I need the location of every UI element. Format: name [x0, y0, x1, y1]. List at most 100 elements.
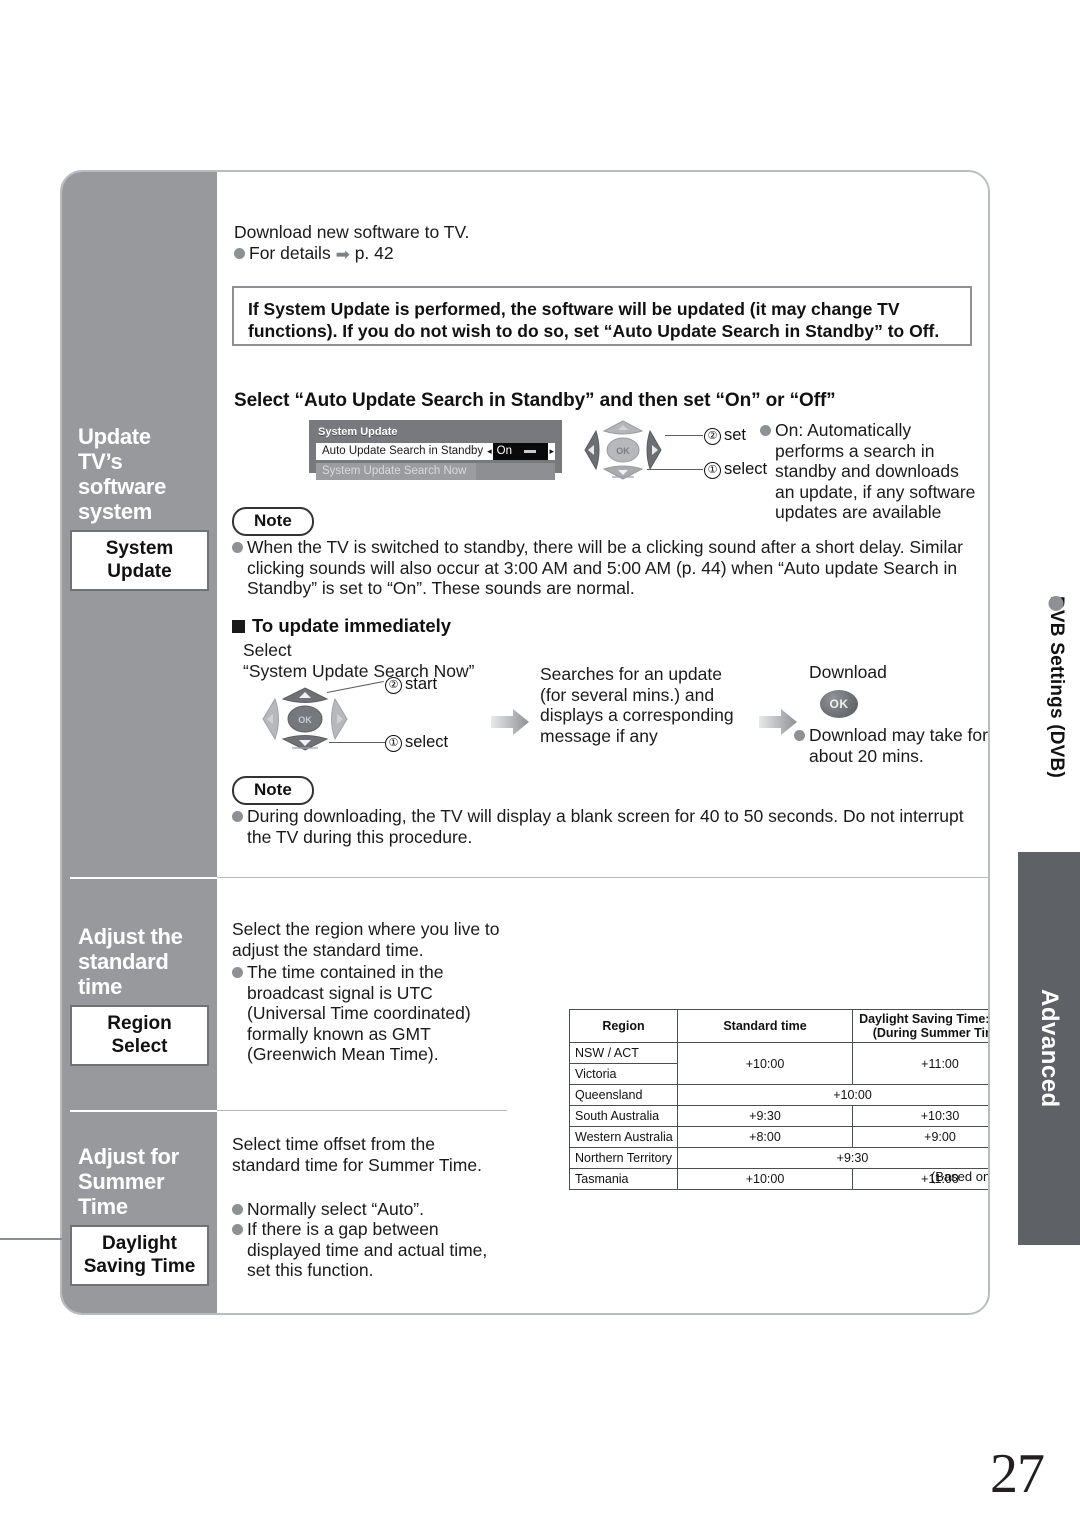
col-header-dst: Daylight Saving Time: Auto (During Summe… — [852, 1009, 990, 1043]
cue-select: ① select — [704, 460, 767, 480]
note-1-text: When the TV is switched to standby, ther… — [247, 537, 963, 598]
osd-row2-blank — [476, 463, 555, 480]
cell-standard: +8:00 — [677, 1126, 853, 1148]
immediate-middle-text: Searches for an update (for several mins… — [540, 664, 734, 746]
region-time-table: Region Standard time Daylight Saving Tim… — [569, 1009, 990, 1190]
cell-region: Northern Territory — [569, 1147, 678, 1169]
note-2-body: During downloading, the TV will display … — [232, 806, 977, 847]
cue-start: ② start — [385, 675, 437, 695]
bullet-dot-icon — [232, 542, 243, 553]
daylight-saving-bullet-2: If there is a gap between displayed time… — [232, 1219, 497, 1281]
cue-set-label: set — [724, 426, 747, 444]
cue-set: ② set — [704, 426, 746, 446]
dpad-icon-2: OK — [257, 684, 353, 754]
osd-row-value: On — [492, 443, 549, 460]
sidebar-heading-system-update: Update TV’s software system — [78, 424, 167, 524]
leader-line-select-2 — [329, 742, 385, 743]
square-marker-icon — [232, 619, 245, 633]
intro-bullet-prefix: For details — [249, 242, 331, 263]
cell-region: South Australia — [569, 1105, 678, 1127]
cell-standard: +10:00 — [677, 1042, 853, 1085]
sidebar-block-daylight-saving: Adjust for Summer Time Daylight Saving T… — [62, 1144, 217, 1286]
osd-row-search-now[interactable]: System Update Search Now — [316, 463, 555, 480]
region-select-bullet: The time contained in the broadcast sign… — [232, 962, 507, 1065]
system-update-intro: Download new software to TV. For details… — [234, 222, 794, 264]
table-header-row: Region Standard time Daylight Saving Tim… — [569, 1009, 990, 1043]
tv-osd-screenshot: System Update Auto Update Search in Stan… — [309, 420, 562, 480]
osd-row-auto-update[interactable]: Auto Update Search in Standby ◂ On ▸ — [316, 443, 555, 460]
col-header-dst-line2: (During Summer Time) — [872, 1026, 988, 1040]
flow-arrow-1-icon — [489, 707, 531, 742]
cell-dst: +10:30 — [852, 1105, 988, 1127]
bullet-dot-icon — [794, 730, 805, 741]
col-header-dst-line1: Daylight Saving Time: Auto — [859, 1012, 990, 1026]
cell-dst: +9:00 — [852, 1126, 988, 1148]
cell-region: Queensland — [569, 1084, 678, 1106]
ok-button-icon[interactable]: OK — [820, 690, 858, 718]
subheading-label: To update immediately — [252, 615, 452, 636]
cell-standard-span: +10:00 — [677, 1084, 988, 1106]
download-note: Download may take for about 20 mins. — [794, 725, 988, 766]
daylight-saving-bullet-1: Normally select “Auto”. — [232, 1199, 497, 1220]
table-row: Northern Territory +9:30 — [569, 1147, 988, 1169]
cue-select-2-label: select — [405, 733, 449, 751]
cue-select-2-number: ① — [385, 735, 402, 752]
bullet-dot-icon — [232, 811, 243, 822]
manual-page-frame: Update TV’s software system System Updat… — [60, 170, 990, 1315]
sidebar-divider-1 — [70, 877, 217, 879]
cell-standard-span: +9:30 — [677, 1147, 988, 1169]
daylight-saving-bullet-2-text: If there is a gap between displayed time… — [247, 1219, 488, 1280]
leader-line-select — [647, 469, 703, 470]
table-row: Western Australia +8:00 +9:00 — [569, 1126, 988, 1148]
content-column: Download new software to TV. For details… — [217, 172, 988, 1313]
cell-region: Western Australia — [569, 1126, 678, 1148]
osd-title: System Update — [318, 426, 398, 438]
step-heading-auto-update: Select “Auto Update Search in Standby” a… — [234, 390, 836, 411]
region-select-bullet-text: The time contained in the broadcast sign… — [247, 962, 471, 1064]
table-row: South Australia +9:30 +10:30 — [569, 1105, 988, 1127]
osd-right-caret-icon: ▸ — [548, 443, 555, 460]
sidebar-chip-daylight-saving[interactable]: Daylight Saving Time — [70, 1225, 209, 1286]
rail-bullet-icon — [1048, 596, 1064, 611]
section-rail-dvb-settings: DVB Settings (DVB) — [1038, 596, 1074, 856]
cue-select-2: ① select — [385, 733, 448, 753]
daylight-saving-intro: Select time offset from the standard tim… — [232, 1134, 482, 1175]
intro-bullet: For details ➡ p. 42 — [234, 243, 794, 265]
download-note-text: Download may take for about 20 mins. — [809, 725, 988, 766]
cue-start-label: start — [405, 675, 438, 693]
flow-arrow-2-icon — [757, 707, 799, 742]
cue-select-number: ① — [704, 462, 721, 479]
note-pill-1: Note — [232, 507, 314, 536]
sidebar: Update TV’s software system System Updat… — [62, 172, 217, 1313]
section-divider-1 — [217, 877, 988, 878]
arrow-right-icon: ➡ — [335, 244, 350, 264]
download-title: Download — [809, 662, 887, 682]
subheading-update-immediately: To update immediately — [232, 615, 451, 637]
note-1-body: When the TV is switched to standby, ther… — [232, 537, 977, 599]
page-number: 27 — [990, 1443, 1045, 1505]
dpad-icon-1: OK — [579, 418, 667, 482]
sidebar-divider-2 — [70, 1110, 217, 1112]
section-divider-2 — [217, 1110, 507, 1111]
cue-start-number: ② — [385, 677, 402, 694]
daylight-saving-bullet-1-text: Normally select “Auto”. — [247, 1199, 424, 1219]
osd-slider-icon — [524, 450, 537, 453]
cell-standard: +9:30 — [677, 1105, 853, 1127]
osd-row2-label: System Update Search Now — [316, 463, 476, 480]
col-header-region: Region — [569, 1009, 678, 1043]
col-header-standard-time: Standard time — [677, 1009, 853, 1043]
advanced-tab-label: Advanced — [1036, 989, 1063, 1108]
svg-text:OK: OK — [298, 715, 312, 725]
bullet-dot-icon — [760, 425, 771, 436]
on-description-text: On: Automatically performs a search in s… — [775, 420, 976, 522]
table-footnote: (Based on GMT) — [930, 1169, 990, 1184]
sidebar-heading-daylight-saving: Adjust for Summer Time — [78, 1144, 179, 1219]
region-select-intro: Select the region where you live to adju… — [232, 919, 500, 960]
osd-row-value-text: On — [496, 445, 512, 457]
sidebar-chip-region-select[interactable]: Region Select — [70, 1005, 209, 1066]
sidebar-block-system-update: Update TV’s software system System Updat… — [62, 424, 217, 591]
cell-dst: +11:00 — [852, 1042, 988, 1085]
cell-region: NSW / ACT — [569, 1042, 678, 1064]
intro-bullet-page[interactable]: p. 42 — [355, 243, 394, 263]
sidebar-chip-system-update[interactable]: System Update — [70, 530, 209, 591]
